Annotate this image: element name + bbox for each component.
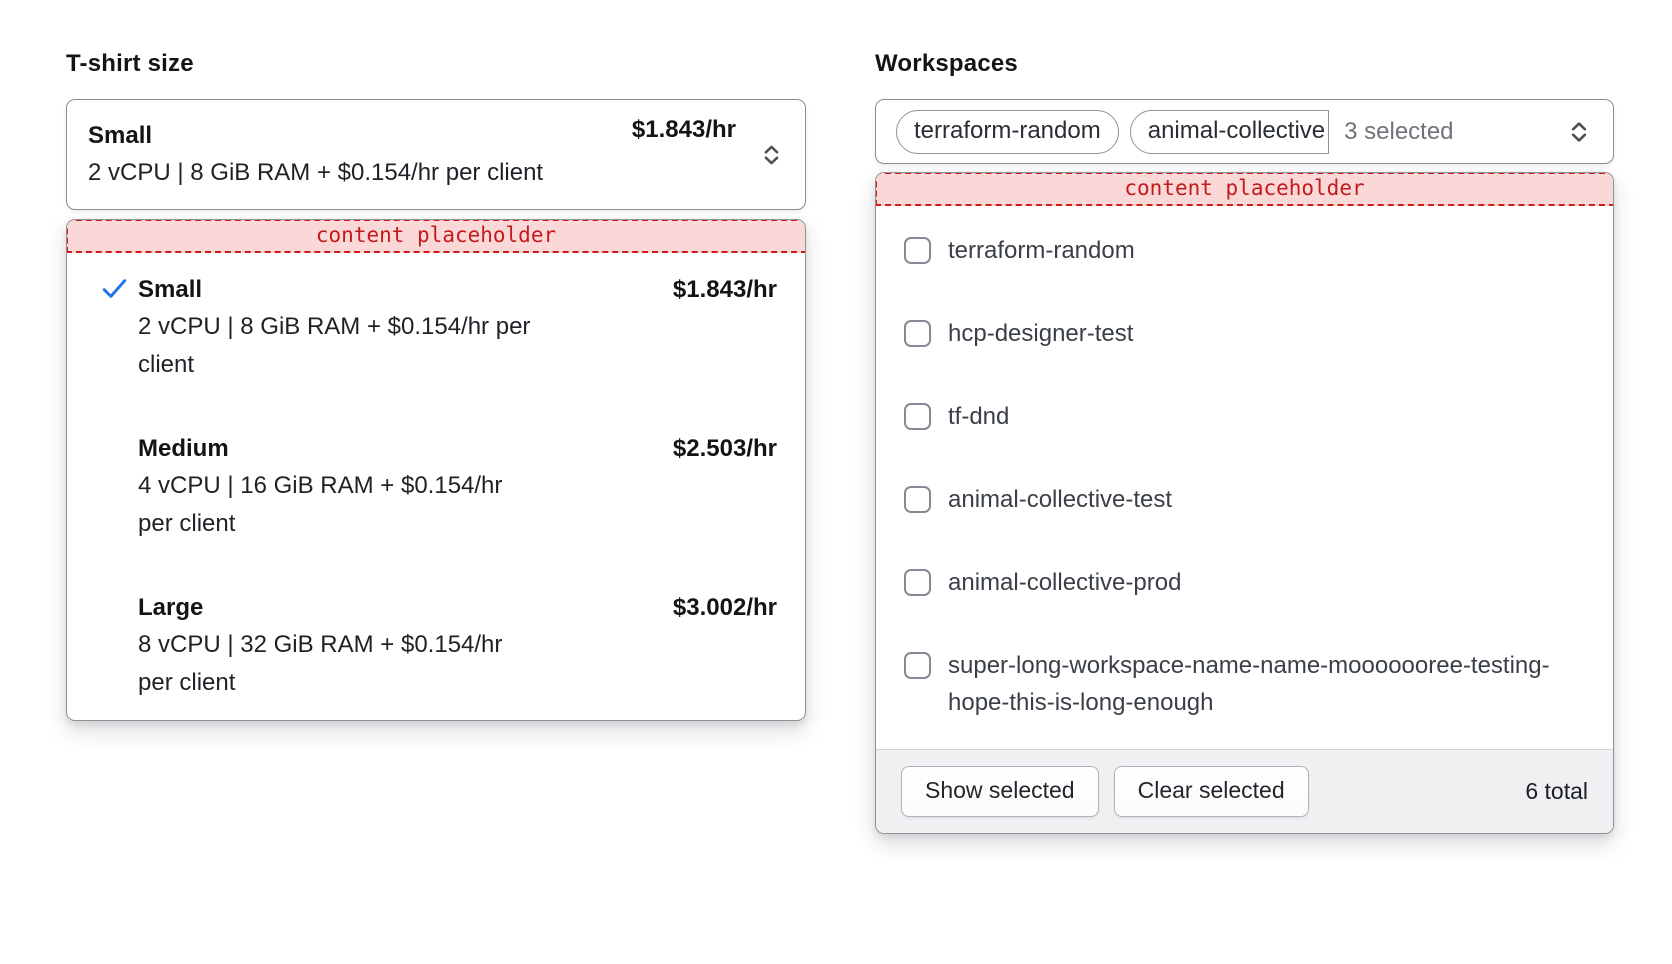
size-option[interactable]: Large 8 vCPU | 32 GiB RAM + $0.154/hr pe… xyxy=(100,589,777,702)
workspace-checkbox[interactable] xyxy=(904,403,931,430)
selected-size-description: 2 vCPU | 8 GiB RAM + $0.154/hr per clien… xyxy=(88,154,558,192)
tshirt-size-label: T-shirt size xyxy=(66,50,806,78)
size-option-text: Large 8 vCPU | 32 GiB RAM + $0.154/hr pe… xyxy=(138,589,673,702)
workspaces-listbox: content placeholder terraform-random hcp… xyxy=(875,172,1614,834)
chevron-up-down-icon xyxy=(758,141,785,168)
size-option-price: $1.843/hr xyxy=(673,271,777,308)
workspace-option-list: terraform-random hcp-designer-test tf-dn… xyxy=(876,206,1613,749)
size-option[interactable]: Medium 4 vCPU | 16 GiB RAM + $0.154/hr p… xyxy=(100,430,777,543)
selected-count-text: 3 selected xyxy=(1344,118,1453,146)
workspace-option-label: hcp-designer-test xyxy=(948,315,1585,352)
selected-size-name: Small xyxy=(88,117,685,154)
workspace-tag[interactable]: terraform-random xyxy=(896,110,1119,154)
workspace-option[interactable]: terraform-random xyxy=(904,232,1585,269)
workspace-checkbox[interactable] xyxy=(904,237,931,264)
workspace-option[interactable]: super-long-workspace-name-name-moooooore… xyxy=(904,647,1585,721)
workspace-option-label: animal-collective-test xyxy=(948,481,1585,518)
size-option-list: Small 2 vCPU | 8 GiB RAM + $0.154/hr per… xyxy=(67,253,805,720)
workspace-option-label: tf-dnd xyxy=(948,398,1585,435)
workspace-option-label: terraform-random xyxy=(948,232,1585,269)
size-option-description: 8 vCPU | 32 GiB RAM + $0.154/hr per clie… xyxy=(138,626,536,702)
chevron-up-down-icon xyxy=(1565,118,1593,146)
workspace-option-label: super-long-workspace-name-name-moooooore… xyxy=(948,647,1585,721)
size-option-description: 4 vCPU | 16 GiB RAM + $0.154/hr per clie… xyxy=(138,467,536,543)
workspace-option-label: animal-collective-prod xyxy=(948,564,1585,601)
size-option-text: Medium 4 vCPU | 16 GiB RAM + $0.154/hr p… xyxy=(138,430,673,543)
size-option-text: Small 2 vCPU | 8 GiB RAM + $0.154/hr per… xyxy=(138,271,673,384)
workspace-option[interactable]: animal-collective-test xyxy=(904,481,1585,518)
workspace-option[interactable]: animal-collective-prod xyxy=(904,564,1585,601)
content-placeholder: content placeholder xyxy=(875,172,1614,206)
tshirt-size-section: T-shirt size Small 2 vCPU | 8 GiB RAM + … xyxy=(66,50,806,721)
workspace-checkbox[interactable] xyxy=(904,652,931,679)
workspaces-section: Workspaces terraform-randomanimal-collec… xyxy=(875,50,1614,834)
size-option-price: $2.503/hr xyxy=(673,430,777,467)
tshirt-size-listbox: content placeholder Small 2 vCPU | 8 GiB… xyxy=(66,219,806,721)
workspace-tag[interactable]: animal-collective xyxy=(1130,110,1329,154)
selected-size-summary: Small 2 vCPU | 8 GiB RAM + $0.154/hr per… xyxy=(88,117,685,192)
total-count-text: 6 total xyxy=(1525,778,1588,805)
size-option-name: Small xyxy=(138,271,673,308)
workspace-checkbox[interactable] xyxy=(904,486,931,513)
selected-size-price: $1.843/hr xyxy=(632,116,736,144)
tshirt-size-select-trigger[interactable]: Small 2 vCPU | 8 GiB RAM + $0.154/hr per… xyxy=(66,99,806,210)
size-option-description: 2 vCPU | 8 GiB RAM + $0.154/hr per clien… xyxy=(138,308,536,384)
size-option-name: Medium xyxy=(138,430,673,467)
check-icon xyxy=(100,271,138,303)
clear-selected-button[interactable]: Clear selected xyxy=(1114,766,1309,817)
workspace-checkbox[interactable] xyxy=(904,320,931,347)
workspace-option[interactable]: hcp-designer-test xyxy=(904,315,1585,352)
size-option-price: $3.002/hr xyxy=(673,589,777,626)
size-option-name: Large xyxy=(138,589,673,626)
size-option[interactable]: Small 2 vCPU | 8 GiB RAM + $0.154/hr per… xyxy=(100,271,777,384)
workspaces-select-trigger[interactable]: terraform-randomanimal-collective 3 sele… xyxy=(875,99,1614,164)
workspaces-label: Workspaces xyxy=(875,50,1614,78)
show-selected-button[interactable]: Show selected xyxy=(901,766,1099,817)
content-placeholder: content placeholder xyxy=(66,219,806,253)
workspace-checkbox[interactable] xyxy=(904,569,931,596)
workspaces-footer: Show selected Clear selected 6 total xyxy=(876,749,1613,833)
workspace-option[interactable]: tf-dnd xyxy=(904,398,1585,435)
